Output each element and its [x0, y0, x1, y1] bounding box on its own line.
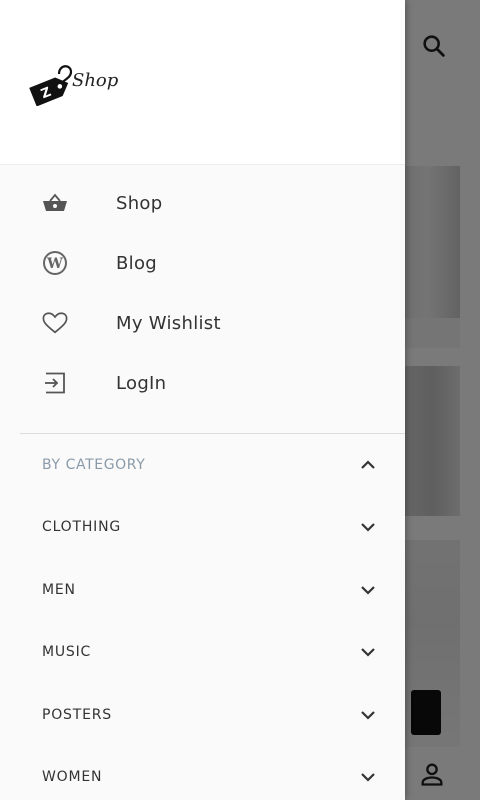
category-section-title: BY CATEGORY: [42, 457, 146, 473]
category-item-women[interactable]: WOMEN: [0, 746, 405, 800]
chevron-up-icon: [361, 460, 375, 469]
menu-item-shop[interactable]: Shop: [0, 173, 405, 233]
login-icon: [42, 370, 68, 396]
category-label: WOMEN: [42, 769, 103, 786]
category-label: CLOTHING: [42, 519, 122, 536]
navigation-drawer: Z Shop Shop W Blog My Wishlist LogIn BY …: [0, 0, 405, 800]
drawer-header: Z Shop: [0, 0, 405, 165]
basket-icon: [42, 190, 68, 216]
menu-item-label: My Wishlist: [116, 312, 221, 334]
svg-text:W: W: [46, 256, 63, 272]
category-label: MEN: [42, 581, 76, 598]
menu-item-login[interactable]: LogIn: [0, 353, 405, 413]
category-label: POSTERS: [42, 706, 112, 723]
chevron-down-icon: [361, 585, 375, 595]
menu-item-blog[interactable]: W Blog: [0, 233, 405, 293]
menu-item-label: Shop: [116, 192, 163, 214]
menu-item-label: Blog: [116, 252, 157, 274]
category-item-music[interactable]: MUSIC: [0, 621, 405, 684]
menu-item-label: LogIn: [116, 372, 167, 394]
category-section-header[interactable]: BY CATEGORY: [0, 434, 405, 496]
chevron-down-icon: [361, 773, 375, 782]
heart-icon: [42, 310, 68, 336]
chevron-down-icon: [361, 648, 375, 657]
wordpress-icon: W: [42, 250, 68, 276]
chevron-down-icon: [361, 710, 375, 720]
category-item-clothing[interactable]: CLOTHING: [0, 496, 405, 559]
menu-item-wishlist[interactable]: My Wishlist: [0, 293, 405, 353]
logo-text: Shop: [72, 70, 119, 91]
category-item-posters[interactable]: POSTERS: [0, 684, 405, 747]
category-item-men[interactable]: MEN: [0, 559, 405, 622]
category-label: MUSIC: [42, 644, 92, 661]
drawer-menu: Shop W Blog My Wishlist LogIn: [0, 173, 405, 413]
chevron-down-icon: [361, 523, 375, 532]
